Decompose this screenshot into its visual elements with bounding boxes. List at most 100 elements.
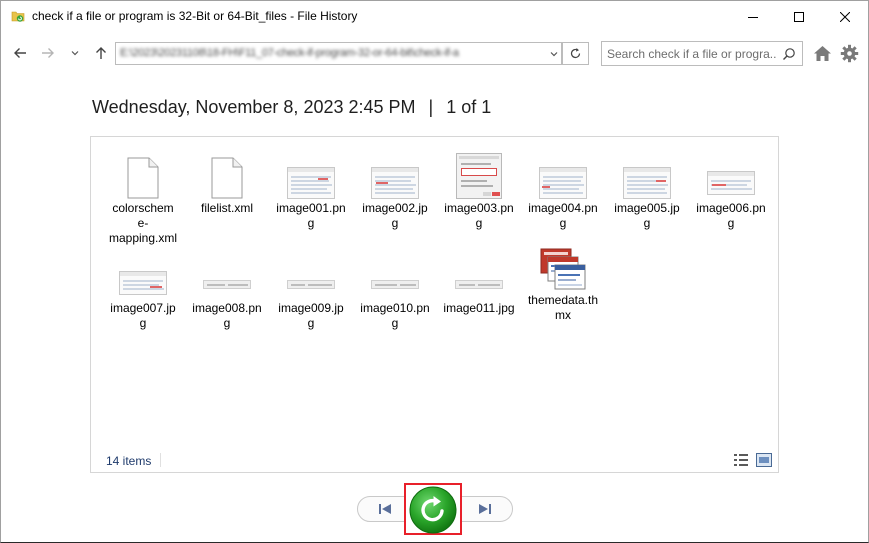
- image-thumbnail: [371, 280, 419, 289]
- file-name: filelist.xml: [200, 201, 253, 215]
- file-name: image001.png: [276, 201, 346, 230]
- forward-button[interactable]: [37, 42, 59, 64]
- image-thumbnail: [456, 153, 502, 199]
- file-name: colorscheme­mapping.xml: [108, 201, 178, 245]
- file-item[interactable]: themedata.thmx: [527, 245, 599, 323]
- document-icon: [127, 157, 159, 199]
- image-thumbnail: [371, 167, 419, 199]
- file-thumbnail: [107, 149, 179, 199]
- file-name: image006.png: [696, 201, 766, 230]
- close-button[interactable]: [822, 1, 868, 32]
- home-icon[interactable]: [813, 44, 832, 63]
- file-thumbnail: [695, 149, 767, 199]
- header-separator: |: [428, 97, 434, 117]
- theme-file-icon: [540, 248, 586, 290]
- file-history-window: check if a file or program is 32-Bit or …: [0, 0, 869, 543]
- file-item[interactable]: image001.png: [275, 149, 347, 231]
- file-name: themedata.thmx: [527, 293, 599, 322]
- file-item[interactable]: image008.png: [191, 249, 263, 331]
- file-name: image011.jpg: [443, 301, 515, 315]
- file-item[interactable]: image006.png: [695, 149, 767, 231]
- file-thumbnail: [443, 249, 515, 299]
- snapshot-page-indicator: 1 of 1: [446, 97, 492, 117]
- file-thumbnail: [359, 149, 431, 199]
- file-thumbnail: [611, 149, 683, 199]
- file-thumbnail: [443, 149, 515, 199]
- arrow-right-icon: [42, 48, 54, 58]
- file-name: image002.jpg: [362, 201, 428, 230]
- back-button[interactable]: [9, 42, 31, 64]
- file-thumbnail: [359, 249, 431, 299]
- file-thumbnail: [107, 249, 179, 299]
- next-version-button[interactable]: [475, 500, 495, 518]
- skip-previous-icon: [379, 504, 391, 514]
- close-icon: [840, 11, 850, 22]
- title-bar: check if a file or program is 32-Bit or …: [1, 1, 868, 32]
- file-name: image008.png: [192, 301, 262, 330]
- file-thumbnail: [191, 149, 263, 199]
- file-item[interactable]: filelist.xml: [191, 149, 263, 216]
- file-item[interactable]: image009.jpg: [275, 249, 347, 331]
- arrow-up-icon: [96, 47, 106, 59]
- minimize-icon: [748, 16, 758, 18]
- file-name: image004.png: [528, 201, 598, 230]
- image-thumbnail: [287, 167, 335, 199]
- search-input[interactable]: [607, 47, 777, 61]
- large-icons-view-icon[interactable]: [756, 453, 772, 467]
- address-text: E:\2023\20231108\18-FH\F11_07-check-if-p…: [120, 47, 459, 59]
- file-thumbnail: [275, 249, 347, 299]
- details-view-icon[interactable]: [733, 453, 749, 467]
- file-item[interactable]: image004.png: [527, 149, 599, 231]
- search-icon[interactable]: [782, 47, 796, 61]
- file-history-app-icon: [11, 11, 25, 22]
- status-divider: [160, 453, 161, 467]
- item-count: 14 items: [106, 454, 152, 468]
- file-name: image010.png: [360, 301, 430, 330]
- address-dropdown-button[interactable]: [546, 42, 562, 65]
- image-thumbnail: [707, 171, 755, 195]
- image-thumbnail: [203, 280, 251, 289]
- previous-version-button[interactable]: [375, 500, 395, 518]
- file-thumbnail: [191, 249, 263, 299]
- file-thumbnail: [275, 149, 347, 199]
- image-thumbnail: [455, 280, 503, 289]
- file-item[interactable]: image010.png: [359, 249, 431, 331]
- file-thumbnail: [527, 149, 599, 199]
- file-thumbnail: [527, 245, 599, 291]
- file-item[interactable]: image011.jpg: [443, 249, 515, 316]
- image-thumbnail: [623, 167, 671, 199]
- file-item[interactable]: image005.jpg: [611, 149, 683, 231]
- snapshot-datetime: Wednesday, November 8, 2023 2:45 PM: [92, 97, 416, 117]
- document-icon: [211, 157, 243, 199]
- file-item[interactable]: image003.png: [443, 149, 515, 231]
- maximize-icon: [794, 11, 804, 22]
- file-item[interactable]: colorscheme­mapping.xml: [107, 149, 179, 246]
- file-name: image009.jpg: [278, 301, 344, 330]
- address-bar[interactable]: E:\2023\20231108\18-FH\F11_07-check-if-p…: [115, 42, 562, 65]
- image-thumbnail: [119, 271, 167, 295]
- restore-button[interactable]: [409, 486, 457, 534]
- navigation-bar: E:\2023\20231108\18-FH\F11_07-check-if-p…: [1, 37, 868, 71]
- image-thumbnail: [539, 167, 587, 199]
- recent-locations-button[interactable]: [64, 42, 86, 64]
- file-name: image005.jpg: [614, 201, 680, 230]
- minimize-button[interactable]: [730, 1, 776, 32]
- arrow-left-icon: [14, 48, 26, 58]
- window-title: check if a file or program is 32-Bit or …: [32, 9, 358, 23]
- gear-icon[interactable]: [840, 44, 859, 63]
- file-name: image007.jpg: [110, 301, 176, 330]
- up-button[interactable]: [90, 42, 112, 64]
- file-name: image003.png: [444, 201, 514, 230]
- snapshot-header: Wednesday, November 8, 2023 2:45 PM | 1 of…: [92, 97, 491, 118]
- skip-next-icon: [479, 504, 491, 514]
- chevron-down-icon: [71, 51, 79, 56]
- image-thumbnail: [287, 280, 335, 289]
- file-list-panel: colorscheme­mapping.xml filelist.xml ima…: [90, 136, 779, 473]
- file-item[interactable]: image002.jpg: [359, 149, 431, 231]
- chevron-down-icon: [550, 51, 557, 56]
- refresh-icon: [570, 48, 581, 59]
- search-box[interactable]: [601, 41, 803, 66]
- file-item[interactable]: image007.jpg: [107, 249, 179, 331]
- refresh-button[interactable]: [562, 42, 589, 65]
- maximize-button[interactable]: [776, 1, 822, 32]
